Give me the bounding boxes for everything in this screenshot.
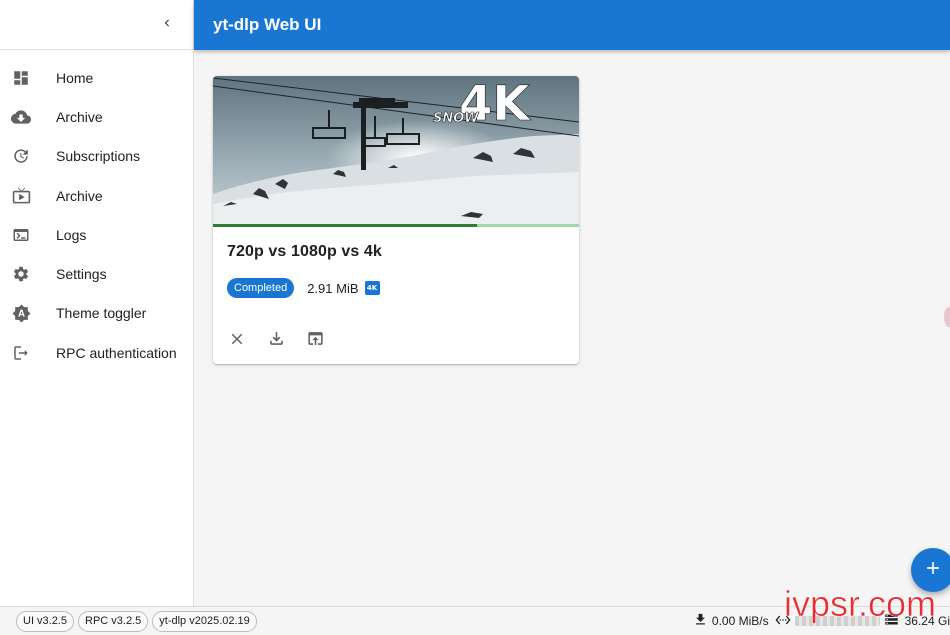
app-title: yt-dlp Web UI xyxy=(213,15,322,34)
logout-icon xyxy=(11,343,31,363)
storage-icon xyxy=(884,612,899,630)
ui-version-chip: UI v3.2.5 xyxy=(16,610,75,632)
sidebar-item-label: Archive xyxy=(56,187,103,204)
download-progress-bar xyxy=(213,224,579,227)
download-icon xyxy=(267,329,286,353)
live-tv-icon xyxy=(11,186,31,206)
rpc-version-chip: RPC v3.2.5 xyxy=(78,610,149,632)
sidebar-item-label: Settings xyxy=(56,266,107,283)
sidebar-item-label: Theme toggler xyxy=(56,305,147,322)
settings-ethernet-icon xyxy=(775,612,791,631)
sidebar-header xyxy=(0,0,193,50)
cloud-download-icon xyxy=(11,107,31,127)
close-icon xyxy=(228,330,246,353)
remove-button[interactable] xyxy=(227,331,247,351)
sidebar-item-subscriptions[interactable]: Subscriptions xyxy=(0,137,193,176)
sidebar-item-settings[interactable]: Settings xyxy=(0,254,193,293)
ytdlp-version-chip: yt-dlp v2025.02.19 xyxy=(152,610,257,632)
disk-free-value: 36.24 Gi xyxy=(904,614,950,628)
status-badge: Completed xyxy=(227,278,295,298)
sidebar-item-label: Logs xyxy=(56,226,87,243)
redacted-address xyxy=(794,616,880,626)
terminal-icon xyxy=(11,225,31,245)
sidebar-item-label: Home xyxy=(56,69,94,86)
quality-4k-icon: 4K xyxy=(364,281,380,295)
video-title: 720p vs 1080p vs 4k xyxy=(227,243,382,260)
sidebar-item-label: RPC authentication xyxy=(56,344,177,361)
open-in-browser-button[interactable] xyxy=(305,331,325,351)
sidebar-item-home[interactable]: Home xyxy=(0,58,193,97)
disk-space: 36.24 Gi xyxy=(884,612,950,630)
nav-list: Home Archive Subscriptions Archive Logs xyxy=(0,50,193,372)
sidebar-item-archive-tv[interactable]: Archive xyxy=(0,176,193,215)
download-speed-value: 0.00 MiB/s xyxy=(711,614,769,628)
file-size: 2.91 MiB xyxy=(307,280,359,296)
card-actions xyxy=(227,331,344,351)
video-thumbnail[interactable]: 4K SNOW xyxy=(213,76,579,224)
sidebar-item-logs[interactable]: Logs xyxy=(0,215,193,254)
plus-icon xyxy=(923,558,943,583)
chevron-left-icon xyxy=(160,16,174,35)
download-card: 4K SNOW 720p vs 1080p vs 4k Completed 2.… xyxy=(213,76,579,364)
sidebar-item-archive[interactable]: Archive xyxy=(0,97,193,136)
footer-stats: 0.00 MiB/s 36.24 Gi xyxy=(693,607,950,635)
sidebar-item-label: Subscriptions xyxy=(56,148,141,165)
dashboard-icon xyxy=(11,68,31,88)
thumbnail-image: 4K SNOW xyxy=(213,76,579,224)
sidebar-item-label: Archive xyxy=(56,108,103,125)
open-in-browser-icon xyxy=(306,329,325,353)
sidebar-item-theme-toggler[interactable]: Theme toggler xyxy=(0,294,193,333)
edge-indicator xyxy=(944,307,950,327)
connection xyxy=(775,612,884,631)
status-footer: UI v3.2.5 RPC v3.2.5 yt-dlp v2025.02.19 … xyxy=(0,606,950,635)
download-icon xyxy=(693,612,708,630)
sidebar-item-rpc-authentication[interactable]: RPC authentication xyxy=(0,333,193,372)
download-speed: 0.00 MiB/s xyxy=(693,612,769,630)
sidebar: Home Archive Subscriptions Archive Logs xyxy=(0,0,194,606)
app-bar: yt-dlp Web UI xyxy=(194,0,950,50)
add-download-button[interactable] xyxy=(911,548,950,592)
collapse-sidebar-button[interactable] xyxy=(155,13,179,37)
download-progress-fill xyxy=(213,224,477,227)
download-meta: Completed 2.91 MiB 4K xyxy=(227,278,380,298)
brightness-auto-icon xyxy=(11,303,31,323)
gear-icon xyxy=(11,264,31,284)
thumbnail-logo-small: SNOW xyxy=(433,111,479,126)
update-icon xyxy=(11,146,31,166)
download-file-button[interactable] xyxy=(266,331,286,351)
